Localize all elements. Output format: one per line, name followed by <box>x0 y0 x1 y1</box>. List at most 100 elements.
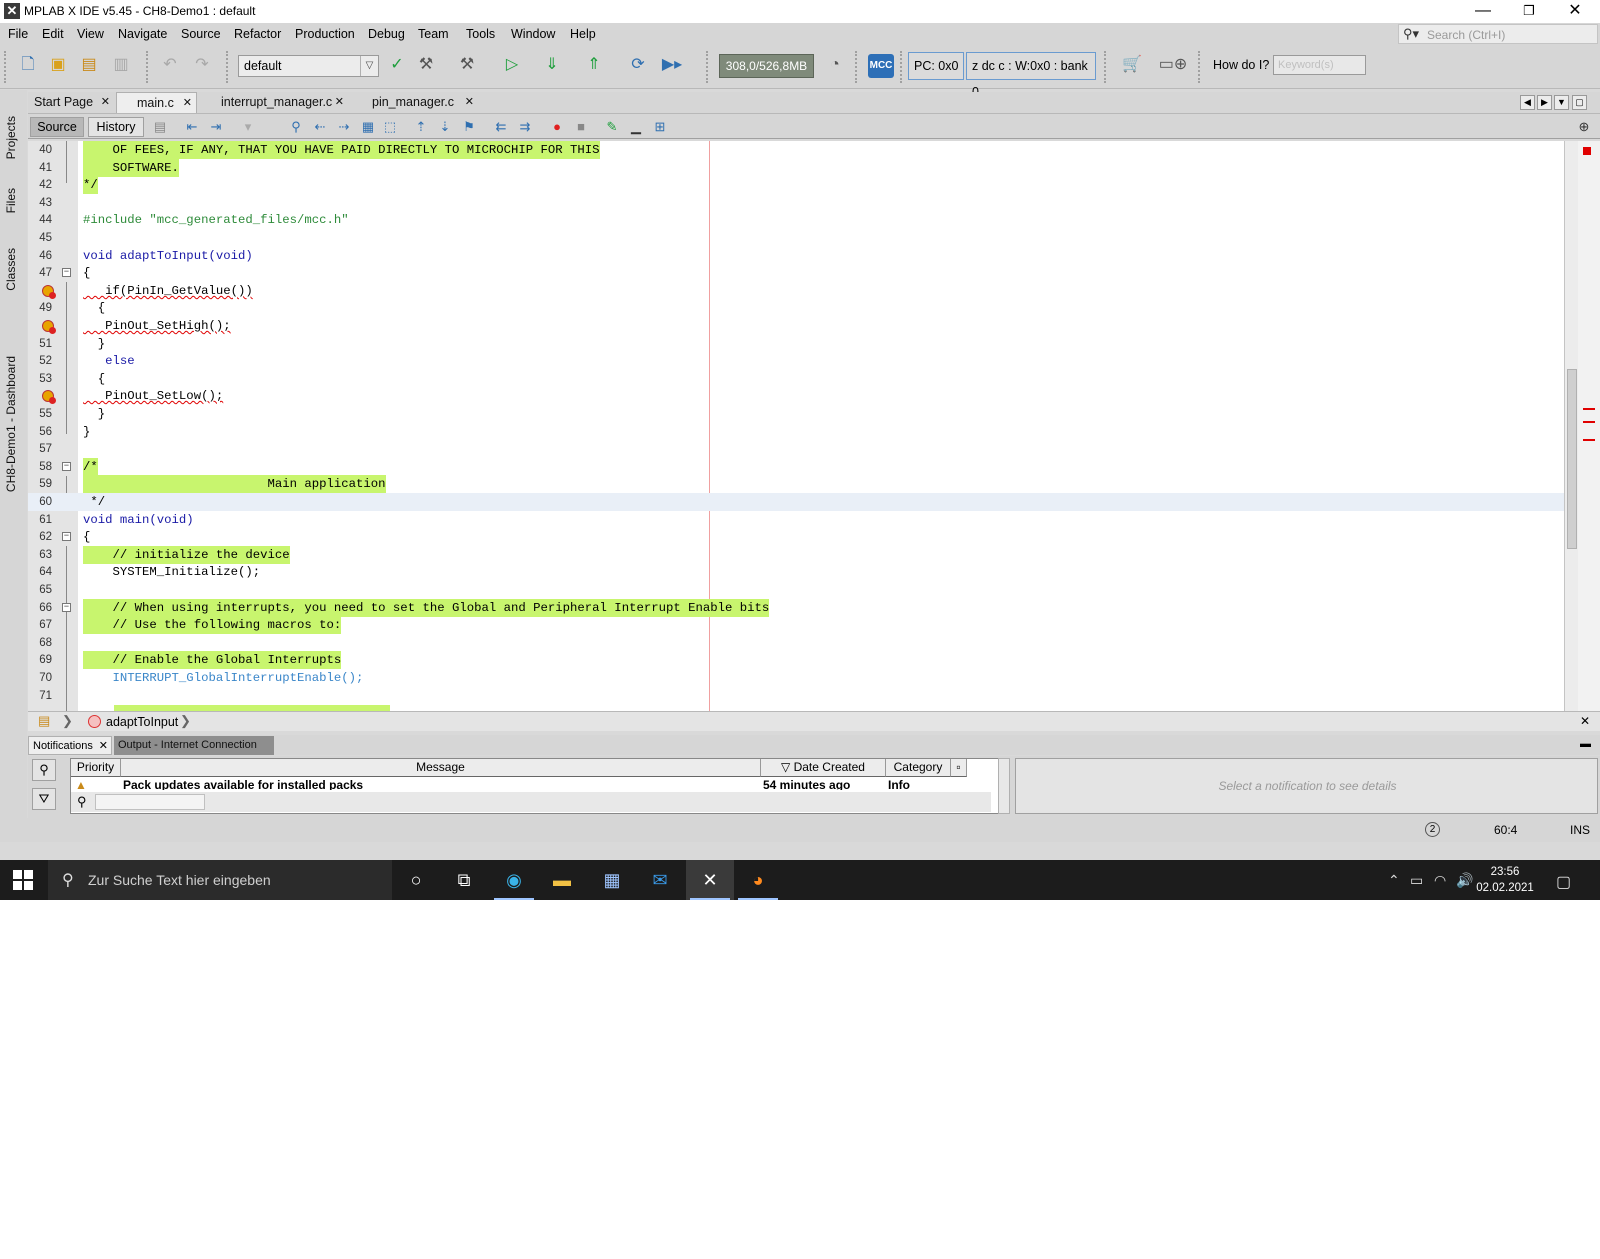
tab-main-c[interactable]: main.c ✕ <box>116 92 197 113</box>
toggle-rect-select-icon[interactable]: ⬚ <box>382 119 398 135</box>
minimize-panel-icon[interactable]: ▬ <box>1580 738 1591 750</box>
clean-build-icon[interactable]: ⚒ <box>455 53 479 77</box>
taskbar-clock[interactable]: 23:56 02.02.2021 <box>1470 864 1540 896</box>
editor-vertical-scrollbar[interactable] <box>1564 141 1578 711</box>
uncomment-icon[interactable]: ▁ <box>628 119 644 135</box>
redo-icon[interactable]: ↷ <box>190 53 214 77</box>
run-project-icon[interactable]: ▷ <box>500 53 524 77</box>
close-icon[interactable]: ✕ <box>183 93 192 113</box>
run-options-icon[interactable]: ▶▸ <box>660 53 684 77</box>
tab-notifications[interactable]: Notifications ✕ <box>28 736 112 755</box>
maximize-editor-icon[interactable]: ▢ <box>1572 95 1587 110</box>
next-bookmark-icon[interactable]: ⇣ <box>437 119 453 135</box>
battery-icon[interactable]: ▭ <box>1410 872 1423 889</box>
fold-collapse-icon[interactable]: − <box>62 603 71 612</box>
edge-icon[interactable]: ◉ <box>490 860 538 900</box>
close-button[interactable]: ✕ <box>1552 0 1598 23</box>
source-mode-button[interactable]: Source <box>30 117 84 137</box>
new-project-icon[interactable]: ▣ <box>46 53 70 77</box>
error-breakpoint-icon[interactable] <box>42 320 56 334</box>
tab-interrupt-manager[interactable]: interrupt_manager.c ✕ <box>201 92 348 113</box>
memory-usage-indicator[interactable]: 308,0/526,8MB <box>719 54 814 78</box>
notification-count-badge[interactable]: 2 <box>1425 822 1440 837</box>
menu-view[interactable]: View <box>77 27 104 41</box>
side-tab-projects[interactable]: Projects <box>4 116 18 159</box>
side-tab-classes[interactable]: Classes <box>4 248 18 291</box>
breadcrumb-function[interactable]: adaptToInput <box>106 715 178 729</box>
tab-pin-manager[interactable]: pin_manager.c ✕ <box>352 92 478 113</box>
fold-collapse-icon[interactable]: − <box>62 268 71 277</box>
toggle-highlight-icon[interactable]: ▦ <box>360 119 376 135</box>
last-edit-icon[interactable]: ▤ <box>152 119 168 135</box>
error-breakpoint-icon[interactable] <box>42 390 56 404</box>
fold-collapse-icon[interactable]: − <box>62 532 71 541</box>
split-editor-icon[interactable]: ⊕ <box>1576 119 1592 135</box>
close-icon[interactable]: ✕ <box>99 737 108 755</box>
new-file-icon[interactable]: 🗋 <box>16 53 40 77</box>
task-view-icon[interactable]: ⧉ <box>440 860 488 900</box>
side-tab-dashboard[interactable]: CH8-Demo1 - Dashboard <box>4 356 18 492</box>
reset-icon[interactable]: ⟳ <box>626 53 650 77</box>
history-dropdown-icon[interactable]: ▾ <box>240 119 256 135</box>
column-priority[interactable]: Priority <box>71 759 121 777</box>
close-icon[interactable]: ✕ <box>101 92 110 112</box>
menu-help[interactable]: Help <box>570 27 596 41</box>
mcc-button[interactable]: MCC <box>868 54 894 78</box>
forward-icon[interactable]: ⇥ <box>208 119 224 135</box>
menu-window[interactable]: Window <box>511 27 555 41</box>
history-mode-button[interactable]: History <box>88 117 144 137</box>
column-message[interactable]: Message <box>121 759 761 777</box>
error-marker[interactable] <box>1583 408 1595 410</box>
side-tab-files[interactable]: Files <box>4 188 18 213</box>
menu-source[interactable]: Source <box>181 27 221 41</box>
format-icon[interactable]: ⊞ <box>652 119 668 135</box>
debug-project-icon[interactable]: ⇓ <box>540 53 564 77</box>
mplab-taskbar-icon[interactable]: ✕ <box>686 860 734 900</box>
error-breakpoint-icon[interactable] <box>42 285 56 299</box>
store-icon[interactable]: ▦ <box>588 860 636 900</box>
program-device-icon[interactable]: ⇑ <box>582 53 606 77</box>
back-icon[interactable]: ⇤ <box>184 119 200 135</box>
error-stripe[interactable] <box>1578 141 1600 711</box>
menu-production[interactable]: Production <box>295 27 355 41</box>
menu-edit[interactable]: Edit <box>42 27 64 41</box>
shift-left-icon[interactable]: ⇇ <box>493 119 509 135</box>
global-search-field[interactable]: ⚲▾ Search (Ctrl+I) <box>1398 24 1598 44</box>
close-icon[interactable]: ✕ <box>335 92 344 112</box>
file-explorer-icon[interactable]: ▬ <box>538 860 586 900</box>
network-icon[interactable]: ▭⊕ <box>1155 53 1191 77</box>
restore-button[interactable]: ❐ <box>1506 0 1552 23</box>
toggle-bookmark-icon[interactable]: ⚑ <box>461 119 477 135</box>
menu-file[interactable]: File <box>8 27 28 41</box>
menu-navigate[interactable]: Navigate <box>118 27 167 41</box>
notifications-scrollbar[interactable] <box>998 758 1010 814</box>
cart-icon[interactable]: 🛒 <box>1120 53 1144 77</box>
taskbar-search-box[interactable]: ⚲ Zur Suche Text hier eingeben <box>48 860 392 900</box>
menu-team[interactable]: Team <box>418 27 449 41</box>
firefox-icon[interactable]: ◕ <box>734 860 782 900</box>
filter-icon[interactable]: ⛛ <box>32 788 56 810</box>
configuration-select[interactable]: default ▽ <box>238 55 379 77</box>
minimize-button[interactable]: — <box>1460 0 1506 23</box>
close-icon[interactable]: ✕ <box>1580 714 1590 728</box>
action-center-icon[interactable]: ▢ <box>1556 872 1571 892</box>
column-category[interactable]: Category <box>886 759 951 777</box>
code-editor[interactable]: 40 OF FEES, IF ANY, THAT YOU HAVE PAID D… <box>28 141 1600 711</box>
error-marker[interactable] <box>1583 439 1595 441</box>
tab-list-icon[interactable]: ▼ <box>1554 95 1569 110</box>
search-icon[interactable]: ⚲ <box>32 759 56 781</box>
undo-icon[interactable]: ↶ <box>158 53 182 77</box>
menu-refactor[interactable]: Refactor <box>234 27 281 41</box>
close-icon[interactable]: ✕ <box>465 92 474 112</box>
tab-output-internet[interactable]: Output - Internet Connection <box>114 736 274 755</box>
shift-right-icon[interactable]: ⇉ <box>517 119 533 135</box>
open-project-icon[interactable]: ▤ <box>77 53 101 77</box>
find-previous-icon[interactable]: ⇠ <box>312 119 328 135</box>
chevron-up-icon[interactable]: ⌃ <box>1388 872 1400 889</box>
save-all-icon[interactable]: ▥ <box>109 53 133 77</box>
mail-icon[interactable]: ✉ <box>636 860 684 900</box>
menu-tools[interactable]: Tools <box>466 27 495 41</box>
find-next-icon[interactable]: ⇢ <box>336 119 352 135</box>
find-icon[interactable]: ⚲ <box>288 119 304 135</box>
garbage-collect-icon[interactable]: ◔ <box>823 53 847 77</box>
